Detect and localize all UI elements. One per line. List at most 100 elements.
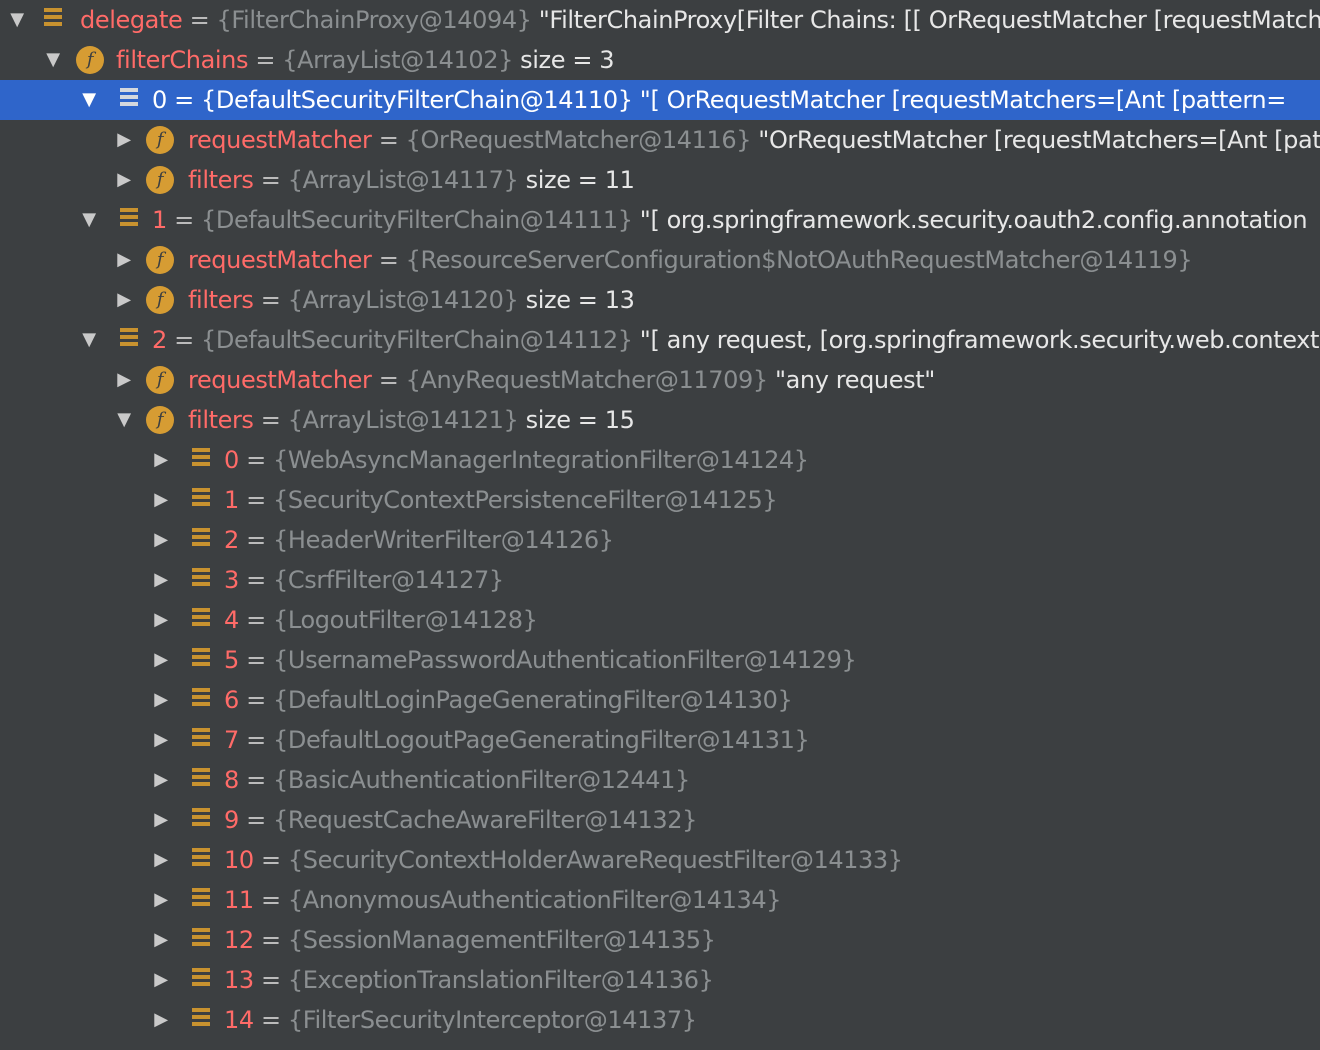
tree-row[interactable]: 8 = {BasicAuthenticationFilter@12441} <box>0 760 1320 800</box>
expand-arrow-closed-icon[interactable] <box>150 680 172 720</box>
tree-row[interactable]: f filters = {ArrayList@14121} size = 15 <box>0 400 1320 440</box>
variable-type: {DefaultSecurityFilterChain@14110} <box>201 86 633 114</box>
equals-sign: = <box>253 966 288 994</box>
tree-row[interactable]: 10 = {SecurityContextHolderAwareRequestF… <box>0 840 1320 880</box>
expand-arrow-closed-icon[interactable] <box>150 920 172 960</box>
expand-arrow-closed-icon[interactable] <box>113 360 135 400</box>
tree-row[interactable]: 7 = {DefaultLogoutPageGeneratingFilter@1… <box>0 720 1320 760</box>
list-icon <box>192 1008 210 1030</box>
field-icon: f <box>146 246 174 274</box>
variable-name: filterChains <box>116 46 249 74</box>
variable-text: filters = {ArrayList@14120} size = 13 <box>188 280 635 320</box>
expand-arrow-closed-icon[interactable] <box>150 520 172 560</box>
expand-arrow-closed-icon[interactable] <box>150 480 172 520</box>
tree-row[interactable]: 13 = {ExceptionTranslationFilter@14136} <box>0 960 1320 1000</box>
expand-arrow-closed-icon[interactable] <box>150 440 172 480</box>
tree-row[interactable]: 3 = {CsrfFilter@14127} <box>0 560 1320 600</box>
expand-arrow-closed-icon[interactable] <box>150 600 172 640</box>
list-icon <box>192 808 210 830</box>
variable-text: requestMatcher = {AnyRequestMatcher@1170… <box>188 360 935 400</box>
tree-row[interactable]: 1 = {SecurityContextPersistenceFilter@14… <box>0 480 1320 520</box>
equals-sign: = <box>238 806 274 834</box>
tree-row[interactable]: 6 = {DefaultLoginPageGeneratingFilter@14… <box>0 680 1320 720</box>
variable-text: filterChains = {ArrayList@14102} size = … <box>116 40 615 80</box>
tree-row[interactable]: delegate = {FilterChainProxy@14094} "Fil… <box>0 0 1320 40</box>
expand-arrow-closed-icon[interactable] <box>113 160 135 200</box>
expand-arrow-open-icon[interactable] <box>78 200 100 240</box>
variable-type: {ArrayList@14121} <box>287 406 519 434</box>
variable-name: 1 <box>152 206 167 234</box>
variable-type: {LogoutFilter@14128} <box>273 606 538 634</box>
equals-sign: = <box>371 246 406 274</box>
expand-arrow-closed-icon[interactable] <box>150 880 172 920</box>
tree-row[interactable]: 4 = {LogoutFilter@14128} <box>0 600 1320 640</box>
tree-row[interactable]: f filterChains = {ArrayList@14102} size =… <box>0 40 1320 80</box>
expand-arrow-closed-icon[interactable] <box>150 760 172 800</box>
expand-arrow-closed-icon[interactable] <box>113 280 135 320</box>
variable-name: 0 <box>152 86 167 114</box>
expand-arrow-closed-icon[interactable] <box>150 1000 172 1040</box>
variable-name: 4 <box>224 606 239 634</box>
expand-arrow-open-icon[interactable] <box>78 80 100 120</box>
tree-row[interactable]: f filters = {ArrayList@14117} size = 11 <box>0 160 1320 200</box>
variable-value: "[ org.springframework.security.oauth2.c… <box>632 206 1308 234</box>
tree-row[interactable]: 0 = {DefaultSecurityFilterChain@14110} "… <box>0 80 1320 120</box>
tree-row[interactable]: f requestMatcher = {AnyRequestMatcher@117… <box>0 360 1320 400</box>
variable-type: {DefaultSecurityFilterChain@14111} <box>201 206 633 234</box>
variable-name: 8 <box>224 766 239 794</box>
variable-type: {RequestCacheAwareFilter@14132} <box>273 806 697 834</box>
tree-row[interactable]: 14 = {FilterSecurityInterceptor@14137} <box>0 1000 1320 1040</box>
tree-row[interactable]: f filters = {ArrayList@14120} size = 13 <box>0 280 1320 320</box>
expand-arrow-closed-icon[interactable] <box>150 720 172 760</box>
variable-name: filters <box>188 286 254 314</box>
tree-row[interactable]: 2 = {HeaderWriterFilter@14126} <box>0 520 1320 560</box>
field-icon: f <box>76 46 104 74</box>
expand-arrow-closed-icon[interactable] <box>113 120 135 160</box>
variable-value: "OrRequestMatcher [requestMatchers=[Ant … <box>758 126 1320 154</box>
variable-type: {AnonymousAuthenticationFilter@14134} <box>287 886 782 914</box>
list-icon <box>192 768 210 790</box>
tree-row[interactable]: 1 = {DefaultSecurityFilterChain@14111} "… <box>0 200 1320 240</box>
expand-arrow-closed-icon[interactable] <box>113 240 135 280</box>
field-icon: f <box>146 286 174 314</box>
variable-name: 9 <box>224 806 239 834</box>
variable-type: {AnyRequestMatcher@11709} <box>405 366 768 394</box>
variable-type: {DefaultLogoutPageGeneratingFilter@14131… <box>273 726 810 754</box>
variable-name: 6 <box>224 686 239 714</box>
tree-row[interactable]: 12 = {SessionManagementFilter@14135} <box>0 920 1320 960</box>
tree-row[interactable]: 11 = {AnonymousAuthenticationFilter@1413… <box>0 880 1320 920</box>
variable-type: {ArrayList@14102} <box>282 46 513 74</box>
tree-row[interactable]: f requestMatcher = {ResourceServerConfigu… <box>0 240 1320 280</box>
equals-sign: = <box>248 46 283 74</box>
expand-arrow-closed-icon[interactable] <box>150 560 172 600</box>
tree-row[interactable]: 2 = {DefaultSecurityFilterChain@14112} "… <box>0 320 1320 360</box>
tree-row[interactable]: f requestMatcher = {OrRequestMatcher@1411… <box>0 120 1320 160</box>
variable-text: 3 = {CsrfFilter@14127} <box>224 560 504 600</box>
list-icon <box>192 648 210 670</box>
list-icon <box>44 8 62 30</box>
expand-arrow-closed-icon[interactable] <box>150 960 172 1000</box>
debugger-variables-tree: delegate = {FilterChainProxy@14094} "Fil… <box>0 0 1320 1050</box>
tree-row[interactable]: 9 = {RequestCacheAwareFilter@14132} <box>0 800 1320 840</box>
variable-text: 7 = {DefaultLogoutPageGeneratingFilter@1… <box>224 720 810 760</box>
variable-text: 1 = {SecurityContextPersistenceFilter@14… <box>224 480 778 520</box>
expand-arrow-open-icon[interactable] <box>42 40 64 80</box>
equals-sign: = <box>166 206 202 234</box>
variable-type: {ArrayList@14117} <box>287 166 519 194</box>
equals-sign: = <box>238 446 274 474</box>
variable-value: "any request" <box>767 366 935 394</box>
variable-name: 5 <box>224 646 239 674</box>
expand-arrow-closed-icon[interactable] <box>150 840 172 880</box>
tree-row[interactable]: 0 = {WebAsyncManagerIntegrationFilter@14… <box>0 440 1320 480</box>
list-icon <box>120 328 138 350</box>
expand-arrow-closed-icon[interactable] <box>150 800 172 840</box>
tree-row[interactable]: 5 = {UsernamePasswordAuthenticationFilte… <box>0 640 1320 680</box>
expand-arrow-open-icon[interactable] <box>78 320 100 360</box>
expand-arrow-open-icon[interactable] <box>6 0 28 40</box>
expand-arrow-open-icon[interactable] <box>113 400 135 440</box>
field-icon: f <box>146 366 174 394</box>
variable-text: filters = {ArrayList@14117} size = 11 <box>188 160 635 200</box>
equals-sign: = <box>253 886 288 914</box>
expand-arrow-closed-icon[interactable] <box>150 640 172 680</box>
variable-text: 14 = {FilterSecurityInterceptor@14137} <box>224 1000 697 1040</box>
